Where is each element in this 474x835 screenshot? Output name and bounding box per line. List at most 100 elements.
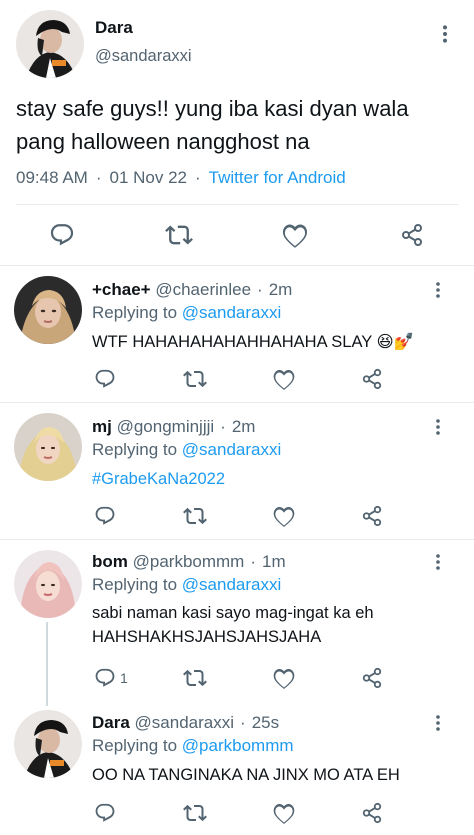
reply-count: 1: [120, 670, 128, 686]
replying-to-link[interactable]: @sandaraxxi: [182, 575, 281, 594]
retweet-button[interactable]: [183, 502, 207, 530]
retweet-button[interactable]: [183, 664, 207, 692]
reply-time: 2m: [268, 280, 293, 299]
author-name[interactable]: +chae+: [92, 280, 151, 299]
replying-label: Replying to: [92, 575, 178, 594]
reply-icon: [49, 222, 75, 248]
share-icon: [361, 667, 383, 689]
author-name[interactable]: Dara: [95, 18, 133, 38]
replying-to-link[interactable]: @sandaraxxi: [182, 303, 281, 322]
reply-button[interactable]: [94, 365, 116, 393]
main-tweet: Dara @sandaraxxi stay safe guys!! yung i…: [0, 0, 474, 266]
reply-tweet[interactable]: Dara @sandaraxxi · 25s Replying to @parkbo…: [0, 704, 474, 835]
share-icon: [400, 223, 424, 247]
reply-time: 25s: [251, 713, 280, 732]
avatar[interactable]: [14, 710, 82, 778]
reply-actions: 1: [0, 664, 474, 694]
replying-to-link[interactable]: @parkbommm: [182, 736, 294, 755]
heart-icon: [281, 221, 309, 249]
hashtag-link[interactable]: #GrabeKaNa2022: [92, 467, 452, 491]
separator: ·: [240, 713, 246, 732]
like-button[interactable]: [278, 218, 312, 252]
author-name[interactable]: Dara: [92, 713, 130, 732]
reply-button[interactable]: [94, 502, 116, 530]
author-name[interactable]: mj: [92, 417, 112, 436]
more-vertical-icon[interactable]: [428, 278, 448, 302]
retweet-icon: [183, 666, 207, 690]
like-button[interactable]: [272, 799, 296, 827]
share-button[interactable]: [361, 365, 383, 393]
heart-icon: [272, 504, 296, 528]
share-button[interactable]: [361, 799, 383, 827]
avatar[interactable]: [14, 276, 82, 344]
reply-time: 1m: [262, 552, 286, 571]
heart-icon: [272, 801, 296, 825]
author-handle[interactable]: @parkbommm: [133, 552, 245, 571]
reply-tweet[interactable]: mj @gongminjjji · 2m Replying to @sandarax…: [0, 403, 474, 540]
share-icon: [361, 802, 383, 824]
author-handle[interactable]: @sandaraxxi: [135, 713, 234, 732]
avatar[interactable]: [14, 550, 82, 618]
reply-actions: [0, 502, 474, 532]
like-button[interactable]: [272, 664, 296, 692]
replying-to: Replying to @parkbommm: [92, 736, 294, 756]
retweet-button[interactable]: [183, 799, 207, 827]
replying-to: Replying to @sandaraxxi: [92, 575, 281, 595]
reply-tweet[interactable]: +chae+ @chaerinlee · 2m Replying to @sanda…: [0, 266, 474, 403]
separator: ·: [220, 417, 226, 436]
tweet-source-link[interactable]: Twitter for Android: [209, 168, 346, 187]
like-button[interactable]: [272, 365, 296, 393]
tweet-actions: [0, 218, 474, 254]
heart-icon: [272, 367, 296, 391]
retweet-icon: [183, 801, 207, 825]
more-vertical-icon[interactable]: [435, 22, 455, 46]
reply-icon: [94, 667, 116, 689]
author-handle[interactable]: @chaerinlee: [155, 280, 251, 299]
reply-header: bom @parkbommm · 1m: [92, 552, 286, 572]
reply-text: sabi naman kasi sayo mag-ingat ka eh HAH…: [92, 604, 374, 646]
more-vertical-icon[interactable]: [428, 711, 448, 735]
reply-icon: [94, 505, 116, 527]
author-handle[interactable]: @sandaraxxi: [95, 47, 192, 66]
tweet-time: 09:48 AM: [16, 168, 88, 187]
reply-icon: [94, 802, 116, 824]
tweet-date: 01 Nov 22: [109, 168, 188, 187]
replying-to-link[interactable]: @sandaraxxi: [182, 440, 281, 459]
share-button[interactable]: [395, 218, 429, 252]
separator: ·: [95, 168, 102, 187]
retweet-icon: [183, 504, 207, 528]
avatar[interactable]: [16, 10, 84, 78]
replying-label: Replying to: [92, 736, 178, 755]
replying-label: Replying to: [92, 303, 178, 322]
more-vertical-icon[interactable]: [428, 415, 448, 439]
share-button[interactable]: [361, 502, 383, 530]
share-icon: [361, 368, 383, 390]
reply-tweet[interactable]: bom @parkbommm · 1m Replying to @sandaraxx…: [0, 540, 474, 706]
reply-actions: [0, 799, 474, 829]
retweet-button[interactable]: [162, 218, 196, 252]
reply-text: OO NA TANGINAKA NA JINX MO ATA EH: [92, 766, 400, 784]
author-name[interactable]: bom: [92, 552, 128, 571]
reply-text: WTF HAHAHAHAHAHHAHAHA SLAY 😆💅: [92, 333, 415, 351]
avatar[interactable]: [14, 413, 82, 481]
reply-button[interactable]: 1: [94, 664, 128, 692]
tweet-text: stay safe guys!! yung iba kasi dyan wala…: [16, 96, 409, 154]
tweet-meta: 09:48 AM · 01 Nov 22 · Twitter for Android: [16, 168, 346, 188]
retweet-button[interactable]: [183, 365, 207, 393]
retweet-icon: [183, 367, 207, 391]
share-icon: [361, 505, 383, 527]
replying-label: Replying to: [92, 440, 178, 459]
more-vertical-icon[interactable]: [428, 550, 448, 574]
reply-button[interactable]: [45, 218, 79, 252]
reply-header: mj @gongminjjji · 2m: [92, 417, 255, 437]
like-button[interactable]: [272, 502, 296, 530]
replying-to: Replying to @sandaraxxi: [92, 303, 281, 323]
author-handle[interactable]: @gongminjjji: [117, 417, 215, 436]
reply-actions: [0, 365, 474, 395]
reply-button[interactable]: [94, 799, 116, 827]
heart-icon: [272, 666, 296, 690]
retweet-icon: [165, 221, 193, 249]
share-button[interactable]: [361, 664, 383, 692]
divider: [16, 204, 458, 205]
separator: ·: [257, 280, 263, 299]
